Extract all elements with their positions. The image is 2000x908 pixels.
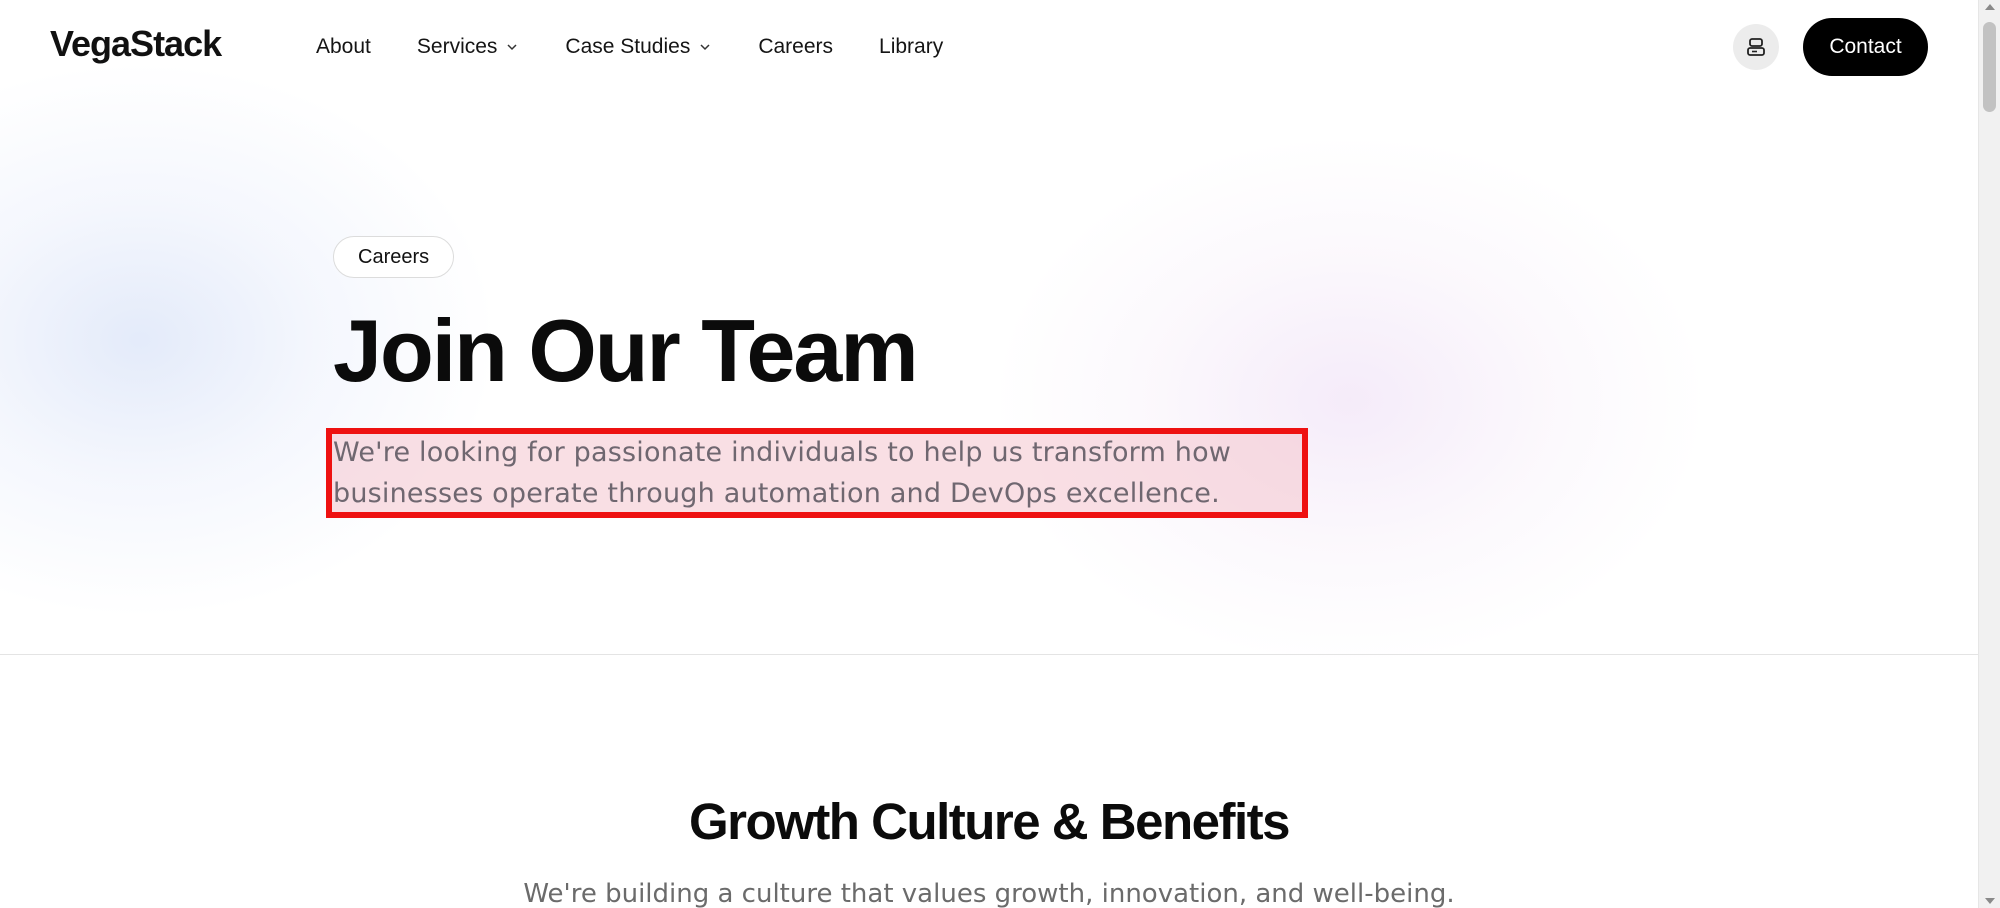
card-toggle-icon (1747, 38, 1765, 56)
scrollbar[interactable] (1978, 0, 2000, 908)
nav-item-services[interactable]: Services (417, 35, 520, 59)
nav-item-label: Case Studies (565, 35, 691, 58)
scroll-up-arrow-icon[interactable] (1985, 4, 1995, 10)
nav-item-label: Library (879, 35, 944, 58)
nav-item-about[interactable]: About (316, 35, 371, 59)
main-nav: About Services Case Studies Careers Libr… (316, 30, 989, 64)
nav-item-label: About (316, 35, 371, 58)
nav-item-library[interactable]: Library (879, 35, 943, 59)
nav-item-careers[interactable]: Careers (758, 35, 833, 59)
nav-item-case-studies[interactable]: Case Studies (565, 35, 712, 59)
page-title: Join Our Team (333, 301, 919, 400)
section-divider (0, 654, 1978, 655)
section-title: Growth Culture & Benefits (688, 793, 1291, 850)
scrollbar-thumb[interactable] (1983, 22, 1996, 112)
contact-button[interactable]: Contact (1803, 18, 1928, 76)
site-header: VegaStack About Services Case Studies Ca… (0, 0, 1978, 94)
logo[interactable]: VegaStack (50, 22, 222, 66)
logo-text: VegaStack (50, 23, 222, 64)
nav-item-label: Services (416, 35, 498, 58)
nav-item-label: Careers (758, 35, 834, 58)
careers-badge: Careers (333, 236, 455, 278)
chevron-down-icon (700, 44, 710, 51)
hero-description: We're looking for passionate individuals… (333, 437, 1232, 509)
card-toggle-button[interactable] (1733, 24, 1779, 70)
page: VegaStack About Services Case Studies Ca… (0, 0, 1978, 908)
section-subtitle: We're building a culture that values gro… (523, 879, 1455, 908)
scroll-down-arrow-icon[interactable] (1985, 898, 1995, 904)
background-glow-right (1000, 140, 1700, 660)
chevron-down-icon (507, 44, 517, 51)
